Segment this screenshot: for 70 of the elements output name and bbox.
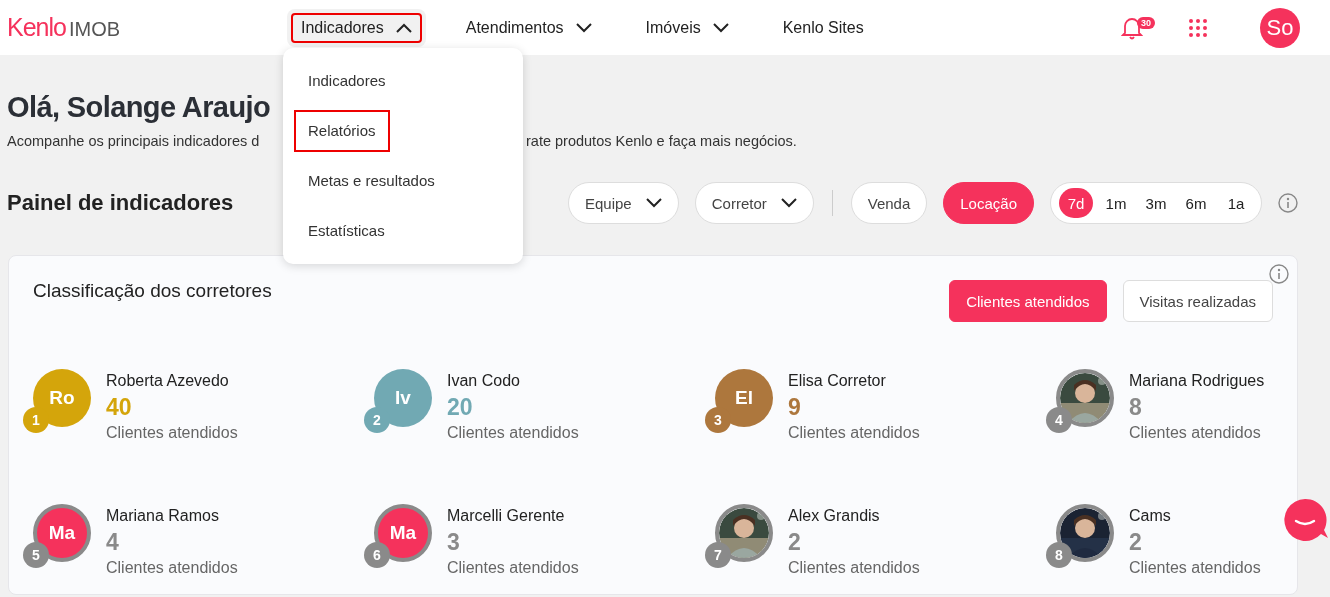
broker-name: Cams	[1129, 507, 1171, 525]
client-count: 9	[788, 394, 801, 421]
metric-tab[interactable]: Visitas realizadas	[1122, 280, 1273, 322]
dropdown-menu-item[interactable]: Indicadores	[296, 62, 398, 100]
dropdown-menu-item[interactable]: Estatísticas	[296, 212, 397, 250]
count-caption: Clientes atendidos	[1129, 559, 1261, 577]
chevron-icon	[712, 22, 729, 33]
nav-menu-item[interactable]: Indicadores	[287, 8, 426, 47]
count-caption: Clientes atendidos	[106, 424, 238, 442]
period-option[interactable]: 6m	[1179, 188, 1213, 218]
broker-name: Mariana Rodrigues	[1129, 372, 1265, 390]
client-count: 20	[447, 394, 473, 421]
client-count: 3	[447, 529, 460, 556]
logo-brand[interactable]: Kenlo	[7, 13, 66, 42]
rank-badge: 1	[23, 407, 49, 433]
rank-badge: 3	[705, 407, 731, 433]
filter-dropdown[interactable]: Equipe	[568, 182, 679, 224]
filter-dropdown[interactable]: Corretor	[694, 182, 814, 224]
period-option[interactable]: 1a	[1219, 188, 1253, 218]
nav-menu-item[interactable]: Imóveis	[631, 8, 743, 47]
count-caption: Clientes atendidos	[1129, 424, 1261, 442]
notification-badge: 30	[1137, 16, 1155, 29]
apps-grid-icon[interactable]	[1189, 18, 1207, 37]
broker-name: Alex Grandis	[788, 507, 880, 525]
nav-menu-item[interactable]: Atendimentos	[451, 8, 606, 47]
greeting-title: Olá, Solange Araujo	[7, 91, 271, 124]
count-caption: Clientes atendidos	[447, 424, 579, 442]
chat-bubble-icon[interactable]	[1283, 497, 1329, 541]
client-count: 2	[788, 529, 801, 556]
client-count: 8	[1129, 394, 1142, 421]
rank-badge: 7	[705, 542, 731, 568]
rank-badge: 5	[23, 542, 49, 568]
logo-product: IMOB	[68, 18, 121, 41]
mode-toggle[interactable]: Locação	[943, 182, 1034, 224]
subtitle-text: Acompanhe os principais indicadores d	[7, 133, 260, 149]
period-option[interactable]: 7d	[1059, 188, 1093, 218]
broker-name: Mariana Ramos	[106, 507, 219, 525]
client-count: 40	[106, 394, 132, 421]
broker-name: Marcelli Gerente	[447, 507, 565, 525]
chevron-icon	[575, 22, 592, 33]
count-caption: Clientes atendidos	[447, 559, 579, 577]
client-count: 4	[106, 529, 119, 556]
dropdown-menu-item[interactable]: Metas e resultados	[296, 162, 447, 200]
rank-badge: 4	[1046, 407, 1072, 433]
chevron-icon	[395, 22, 412, 33]
chevron-icon	[780, 198, 797, 208]
count-caption: Clientes atendidos	[106, 559, 238, 577]
card-title: Classificação dos corretores	[33, 280, 272, 302]
period-option[interactable]: 3m	[1139, 188, 1173, 218]
rank-badge: 8	[1046, 542, 1072, 568]
bell-icon[interactable]	[1121, 15, 1143, 40]
period-option[interactable]: 1m	[1099, 188, 1133, 218]
panel-title: Painel de indicadores	[7, 190, 234, 216]
client-count: 2	[1129, 529, 1142, 556]
info-icon[interactable]	[1278, 193, 1298, 213]
mode-toggle[interactable]: Venda	[850, 182, 928, 224]
count-caption: Clientes atendidos	[788, 559, 920, 577]
subtitle-text: rate produtos Kenlo e faça mais negócios.	[526, 133, 797, 149]
count-caption: Clientes atendidos	[788, 424, 920, 442]
dropdown-menu-item[interactable]: Relatórios	[296, 112, 388, 150]
user-avatar[interactable]: So	[1260, 7, 1300, 48]
rank-badge: 6	[364, 542, 390, 568]
broker-name: Elisa Corretor	[788, 372, 886, 390]
chevron-icon	[645, 198, 662, 208]
metric-tab[interactable]: Clientes atendidos	[949, 280, 1107, 322]
info-icon[interactable]	[1269, 264, 1289, 284]
broker-name: Roberta Azevedo	[106, 372, 229, 390]
rank-badge: 2	[364, 407, 390, 433]
nav-menu-item[interactable]: Kenlo Sites	[768, 8, 878, 47]
broker-name: Ivan Codo	[447, 372, 520, 390]
